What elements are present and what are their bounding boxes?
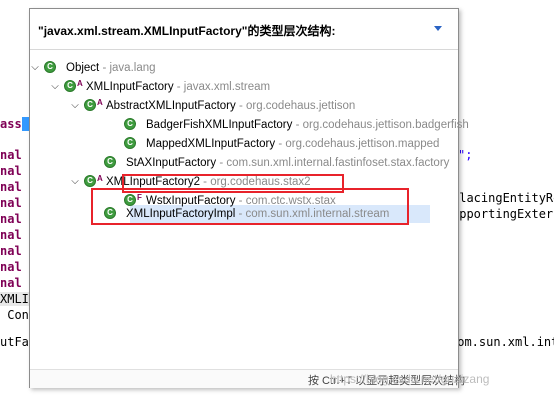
modifier-badge: A [77, 79, 83, 88]
watermark: https://blog.csdn.net/guaizang [330, 372, 490, 386]
modifier-badge: A [97, 174, 103, 183]
tree-item-staxinput[interactable]: StAXInputFactory - com.sun.xml.internal.… [30, 154, 458, 172]
package-name: - java.lang [99, 62, 156, 74]
code-keyword: nal [0, 228, 22, 242]
code-keyword: nal [0, 276, 22, 290]
package-name: - org.codehaus.jettison.mapped [275, 138, 440, 150]
type-name: Object [66, 62, 100, 74]
class-icon [104, 156, 116, 168]
code-keyword: nal [0, 180, 22, 194]
code-keyword: nal [0, 260, 22, 274]
code-right-semicolon: "; [458, 148, 473, 162]
tree-item-label: XMLInputFactory - javax.xml.stream [86, 78, 270, 96]
code-right-sunxml: com.sun.xml.inte [450, 335, 554, 349]
tree-item-mapped[interactable]: MappedXMLInputFactory - org.codehaus.jet… [30, 135, 458, 153]
class-icon [84, 175, 96, 187]
chevron-down-icon[interactable]: ⌵ [70, 97, 80, 115]
annotation-box-impl [91, 188, 409, 225]
code-right-supporting: upportingExterna [452, 207, 554, 221]
tree-item-label: AbstractXMLInputFactory - org.codehaus.j… [106, 97, 355, 115]
tree-item-xmlinputfactory[interactable]: ⌵ AXMLInputFactory - javax.xml.stream [30, 78, 458, 96]
code-keyword: nal [0, 212, 22, 226]
code-keyword: nal [0, 196, 22, 210]
popup-header: "javax.xml.stream.XMLInputFactory"的类型层次结… [30, 9, 458, 50]
class-icon [84, 99, 96, 111]
package-name: - javax.xml.stream [173, 81, 271, 93]
tree-item-object[interactable]: ⌵ Object - java.lang [30, 59, 458, 77]
class-icon [124, 118, 136, 130]
tree-item-label: MappedXMLInputFactory - org.codehaus.jet… [146, 135, 439, 153]
class-icon [124, 137, 136, 149]
class-icon [44, 61, 56, 73]
type-name: AbstractXMLInputFactory [106, 100, 236, 112]
tree-item-label: StAXInputFactory - com.sun.xml.internal.… [126, 154, 449, 172]
tree-item-label: BadgerFishXMLInputFactory - org.codehaus… [146, 116, 469, 134]
popup-title: "javax.xml.stream.XMLInputFactory"的类型层次结… [38, 24, 336, 38]
type-name: MappedXMLInputFactory [146, 138, 276, 150]
package-name: - org.codehaus.jettison.badgerfish [292, 119, 469, 131]
code-keyword: nal [0, 148, 22, 162]
package-name: - org.codehaus.jettison [235, 100, 356, 112]
class-icon [64, 80, 76, 92]
chevron-down-icon[interactable] [434, 26, 442, 31]
tree-item-badgerfish[interactable]: BadgerFishXMLInputFactory - org.codehaus… [30, 116, 469, 134]
type-name: StAXInputFactory [126, 157, 217, 169]
chevron-down-icon[interactable]: ⌵ [50, 78, 60, 96]
code-keyword: nal [0, 244, 22, 258]
type-name: XMLInputFactory [86, 81, 174, 93]
chevron-down-icon[interactable]: ⌵ [70, 173, 80, 191]
type-name: BadgerFishXMLInputFactory [146, 119, 293, 131]
code-keyword: nal [0, 164, 22, 178]
modifier-badge: A [97, 98, 103, 107]
chevron-down-icon[interactable]: ⌵ [30, 59, 40, 77]
tree-item-abstractxmlinputfactory[interactable]: ⌵ AAbstractXMLInputFactory - org.codehaus… [30, 97, 458, 115]
code-keyword: ass [0, 117, 22, 131]
package-name: - com.sun.xml.internal.fastinfoset.stax.… [216, 157, 450, 169]
